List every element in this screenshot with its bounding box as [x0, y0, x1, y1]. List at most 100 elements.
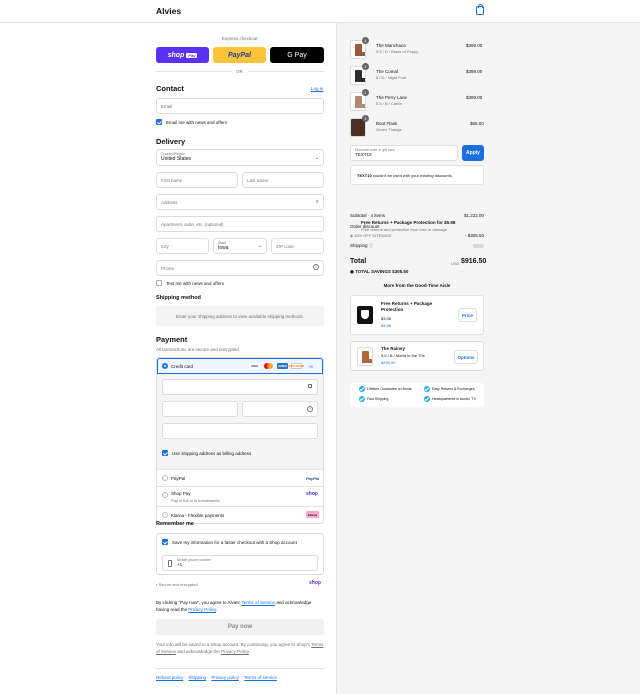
paypal-radio[interactable] [162, 475, 168, 481]
checkout-form: Express checkout shop Pay PayPal G Pay OR… [0, 23, 336, 694]
remember-me-box: Save my information for a faster checkou… [156, 533, 324, 575]
news-checkbox[interactable] [156, 119, 162, 125]
shield-icon [357, 306, 373, 324]
terms-of-service-link[interactable]: Terms of service [244, 675, 277, 680]
shop-notice-suffix: . [248, 649, 251, 654]
help-icon[interactable]: ⓘ [369, 243, 374, 248]
pay-now-button[interactable]: Pay now [156, 619, 324, 635]
express-checkout-label: Express checkout [222, 36, 258, 41]
item-price: $359.00 [466, 69, 483, 74]
expiration-field[interactable] [162, 401, 238, 417]
remember-me-title: Remember me [156, 521, 194, 527]
card-number-field[interactable] [162, 379, 318, 395]
total-savings: ◉ TOTAL SAVINGS $305.50 [350, 269, 408, 275]
refund-policy-link[interactable]: Refund policy [156, 675, 183, 680]
brand-logo[interactable]: Alvies [156, 6, 181, 16]
shop-notice-middle: and acknowledge the [177, 649, 220, 654]
mastercard-icon [263, 363, 274, 369]
shipping-method-message: Enter your shipping address to view avai… [156, 306, 324, 326]
discount-code-tag: ◈ 25% OFF SITEWIDE [350, 233, 392, 238]
divider [248, 71, 324, 72]
divider [157, 469, 323, 470]
savings-label: TOTAL SAVINGS [355, 269, 391, 274]
zip-field[interactable]: ZIP code [271, 238, 324, 254]
payment-subtitle: All transactions are secure and encrypte… [156, 347, 241, 352]
visa-icon: VISA [249, 363, 260, 369]
shipping-label-text: Shipping [350, 243, 368, 248]
name-on-card-field[interactable] [162, 423, 318, 439]
help-icon[interactable]: ? [307, 406, 313, 412]
shipping-pending [473, 244, 484, 248]
quantity-badge: 1 [362, 89, 369, 96]
first-name-field[interactable]: First name [156, 172, 238, 188]
shop-notice: Your info will be saved to a Shop accoun… [156, 641, 324, 655]
last-name-field[interactable]: Last name [242, 172, 324, 188]
upsell-title: More from the Good-Time Aisle [383, 283, 451, 288]
perk-label: Fast Shipping [367, 397, 389, 401]
shipping-label: Shipping ⓘ [350, 243, 373, 249]
shop-privacy-link[interactable]: Privacy Policy [221, 649, 249, 654]
privacy-link[interactable]: Privacy Policy [188, 607, 216, 612]
save-info-checkbox[interactable] [162, 539, 168, 545]
shop-pay-button[interactable]: shop Pay [156, 47, 209, 63]
phone-field[interactable]: Phone? [156, 260, 324, 276]
apply-button[interactable]: Apply [462, 145, 484, 161]
credit-card-radio[interactable] [162, 363, 168, 369]
item-name: The Manchaca [376, 43, 406, 48]
terms-suffix: . [215, 607, 218, 612]
shop-pay-logo: shop [167, 51, 185, 59]
klarna-radio[interactable] [162, 512, 168, 518]
terms-link[interactable]: Terms of Service [242, 600, 276, 605]
security-code-field[interactable]: ? [242, 401, 318, 417]
login-link[interactable]: Log in [311, 86, 323, 91]
discount-code-field[interactable]: Discount code or gift card TEXT10 [350, 145, 458, 161]
mobile-phone-field[interactable]: Mobile phone number +1 [162, 555, 318, 571]
google-pay-button[interactable]: G Pay [270, 47, 324, 63]
more-cards-label: +5 [308, 364, 313, 369]
discount-amount: - $305.50 [465, 233, 485, 238]
options-button[interactable]: Options [454, 350, 478, 364]
billing-checkbox[interactable] [162, 450, 168, 456]
item-variant: 6 / D / Night Foot [376, 75, 407, 80]
currency-label: USD [451, 261, 460, 266]
item-name: The Perry Lane [376, 95, 408, 100]
check-icon [359, 396, 365, 402]
item-price: $399.00 [466, 95, 483, 100]
paypal-button[interactable]: PayPal [213, 47, 266, 63]
divider [156, 71, 232, 72]
klarna-logo: Klarna [306, 511, 319, 518]
subtotal-value: $1,222.00 [464, 213, 485, 218]
search-icon: ⌕ [315, 199, 319, 205]
discount-code-text: 25% OFF SITEWIDE [354, 233, 392, 238]
order-discount-label: Order discount [350, 224, 380, 229]
terms-text: By clicking "Pay now", you agree to Alvi… [156, 599, 324, 613]
text-news-checkbox[interactable] [156, 280, 162, 286]
country-select[interactable]: Country/Region United States ⌄ [156, 149, 324, 166]
product-thumbnail [357, 347, 373, 366]
help-icon[interactable]: ? [313, 264, 319, 270]
top-header: Alvies [0, 0, 640, 23]
total-value: $916.50 [461, 258, 487, 265]
terms-prefix: By clicking "Pay now", you agree to Alvi… [156, 600, 241, 605]
shop-logo: shop [309, 580, 321, 586]
shopping-bag-icon[interactable] [476, 4, 484, 15]
apartment-field[interactable]: Apartment, suite, etc. (optional) [156, 216, 324, 232]
shipping-link[interactable]: Shipping [189, 675, 207, 680]
shop-pay-tag: Pay [186, 52, 198, 58]
item-price: $65.00 [470, 121, 484, 126]
state-select[interactable]: State Iowa ⌄ [213, 238, 267, 254]
boot-image [355, 44, 365, 56]
shop-pay-radio[interactable] [162, 492, 168, 498]
city-field[interactable]: City [156, 238, 209, 254]
address-field[interactable]: Address ⌕ [156, 194, 324, 210]
payment-title: Payment [156, 335, 188, 344]
privacy-policy-link[interactable]: Privacy policy [211, 675, 239, 680]
price-button[interactable]: Price [458, 308, 477, 322]
check-icon [424, 396, 430, 402]
check-icon [424, 386, 430, 392]
card-form: ? Use shipping address as billing addres… [157, 374, 323, 469]
email-field[interactable]: Email [156, 98, 324, 114]
upsell-card: Free Returns + Package Protection $3.98 … [350, 295, 484, 335]
quantity-badge: 1 [362, 63, 369, 70]
upsell-name: The Rainey [381, 346, 406, 351]
